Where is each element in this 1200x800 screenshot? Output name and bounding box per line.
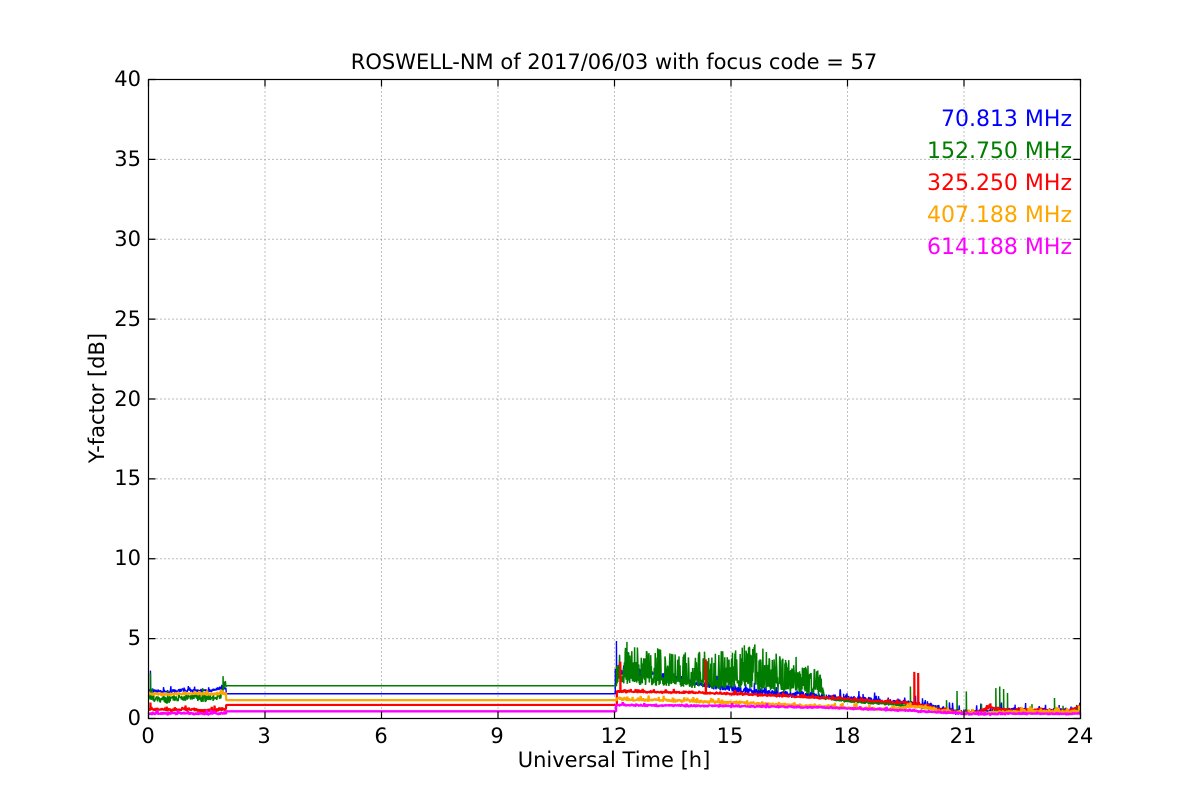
chart-figure: ROSWELL-NM of 2017/06/03 with focus code… (0, 0, 1200, 800)
y-tick-label: 35 (114, 147, 141, 171)
legend: 70.813 MHz 152.750 MHz 325.250 MHz 407.1… (927, 104, 1072, 264)
x-tick-label: 18 (833, 724, 861, 748)
x-tick-label: 9 (490, 724, 504, 748)
chart-title: ROSWELL-NM of 2017/06/03 with focus code… (350, 50, 878, 74)
y-tick-label: 10 (114, 546, 141, 570)
x-tick-label: 24 (1066, 724, 1094, 748)
y-tick-label: 15 (114, 466, 141, 490)
x-tick-label: 12 (600, 724, 628, 748)
y-tick-label: 30 (114, 227, 141, 251)
legend-item: 614.188 MHz (926, 235, 1072, 260)
y-tick-label: 0 (127, 706, 141, 730)
legend-item: 152.750 MHz (926, 139, 1072, 164)
legend-item: 325.250 MHz (926, 171, 1072, 196)
legend-item: 407.188 MHz (926, 203, 1072, 228)
x-tick-label: 6 (374, 724, 388, 748)
x-tick-label: 21 (949, 724, 977, 748)
x-axis-label: Universal Time [h] (517, 748, 711, 772)
y-tick-label: 5 (127, 626, 141, 650)
y-tick-label: 20 (114, 387, 141, 411)
legend-item: 70.813 MHz (940, 107, 1072, 132)
x-tick-label: 15 (716, 724, 744, 748)
y-tick-label: 25 (114, 307, 141, 331)
y-tick-label: 40 (114, 67, 141, 91)
x-tick-label: 3 (257, 724, 271, 748)
